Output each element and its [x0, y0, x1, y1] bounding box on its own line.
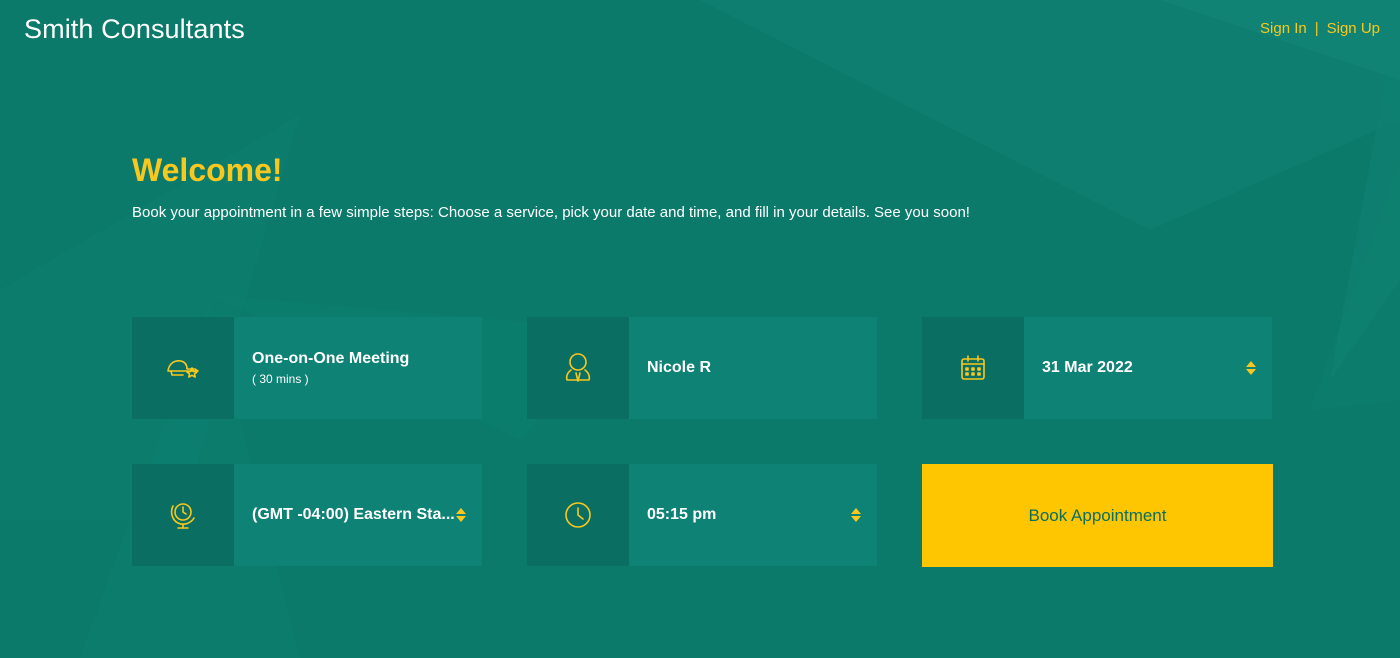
time-field[interactable]: 05:15 pm [629, 464, 877, 566]
auth-links: Sign In | Sign Up [1260, 20, 1380, 37]
time-selector[interactable]: 05:15 pm [527, 464, 877, 566]
timezone-value: (GMT -04:00) Eastern Sta... [252, 506, 455, 523]
clock-icon [565, 502, 591, 528]
time-icon-tile [527, 464, 629, 566]
service-name: One-on-One Meeting [252, 350, 410, 367]
date-icon-tile [922, 317, 1024, 419]
book-appointment-button[interactable]: Book Appointment [922, 464, 1273, 567]
top-bar: Smith Consultants Sign In | Sign Up [0, 0, 1400, 60]
staff-field[interactable]: Nicole R [629, 317, 877, 419]
intro-text: Book your appointment in a few simple st… [132, 204, 970, 221]
timezone-sort-icon[interactable] [456, 508, 466, 522]
service-icon [167, 360, 199, 378]
brand-name: Smith Consultants [24, 14, 245, 44]
globe-icon [170, 503, 195, 529]
auth-separator: | [1314, 20, 1319, 37]
staff-icon-tile [527, 317, 629, 419]
date-value: 31 Mar 2022 [1042, 359, 1133, 376]
time-value: 05:15 pm [647, 506, 717, 523]
service-duration: ( 30 mins ) [252, 372, 309, 386]
calendar-icon [961, 355, 985, 380]
date-selector[interactable]: 31 Mar 2022 [922, 317, 1272, 419]
timezone-field[interactable]: (GMT -04:00) Eastern Sta... [234, 464, 482, 566]
date-sort-icon[interactable] [1246, 361, 1256, 375]
service-icon-tile [132, 317, 234, 419]
time-sort-icon[interactable] [851, 508, 861, 522]
sign-up-link[interactable]: Sign Up [1327, 20, 1380, 37]
service-field[interactable]: One-on-One Meeting ( 30 mins ) [234, 317, 482, 419]
service-selector[interactable]: One-on-One Meeting ( 30 mins ) [132, 317, 482, 419]
date-field[interactable]: 31 Mar 2022 [1024, 317, 1272, 419]
timezone-icon-tile [132, 464, 234, 566]
person-icon [565, 353, 591, 382]
staff-name: Nicole R [647, 359, 712, 376]
welcome-title: Welcome! [132, 152, 283, 188]
sign-in-link[interactable]: Sign In [1260, 20, 1307, 37]
timezone-selector[interactable]: (GMT -04:00) Eastern Sta... [132, 464, 482, 566]
staff-selector[interactable]: Nicole R [527, 317, 877, 419]
